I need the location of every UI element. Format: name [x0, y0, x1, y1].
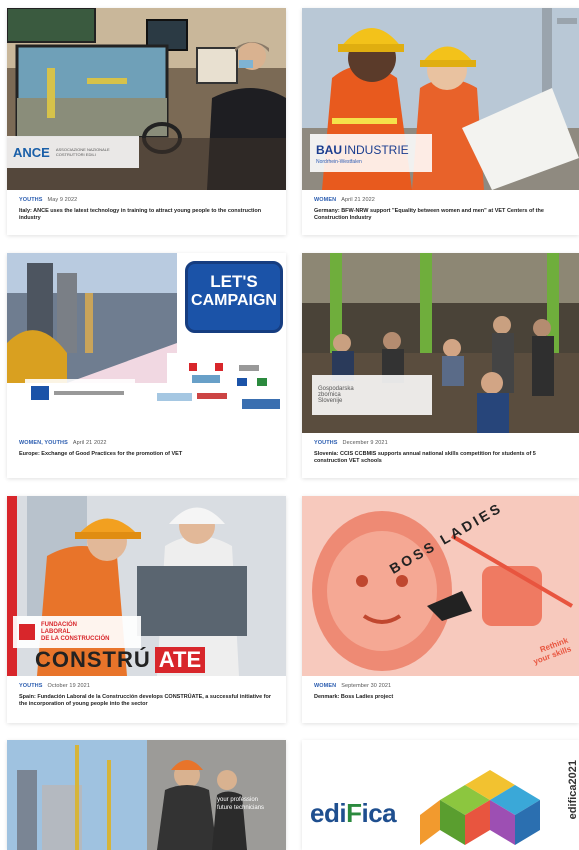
campaign-line2: CAMPAIGN	[191, 292, 277, 309]
edifica-wordmark: ediFica	[310, 798, 397, 829]
bau-logo-word-a: BAU	[316, 143, 342, 157]
gzs-logo: Gospodarska zbornica Slovenije	[312, 375, 432, 415]
ance-logo: ANCE ASSOCIAZIONE NAZIONALE COSTRUTTORI …	[7, 136, 139, 168]
news-card-slovenia[interactable]: Gospodarska zbornica Slovenije YOUTHS Dec…	[302, 253, 579, 478]
fundacion-logo: FUNDACIÓN LABORAL DE LA CONSTRUCCIÓN	[13, 616, 141, 648]
card7-line1: your profession	[217, 797, 259, 803]
card-tag[interactable]: WOMEN, YOUTHS	[19, 440, 68, 446]
edifica-word-b: F	[346, 798, 362, 828]
news-card-denmark[interactable]: BOSS LADIES Rethink your skills WOMEN Sep…	[302, 496, 579, 723]
card-image[interactable]: your profession future technicians	[7, 740, 286, 850]
card-image[interactable]: LET'S CAMPAIGN	[7, 253, 286, 433]
bauindustrie-logo: BAU INDUSTRIE Nordrhein-Westfalen	[310, 134, 432, 172]
news-card-italy[interactable]: ANCE ASSOCIAZIONE NAZIONALE COSTRUTTORI …	[7, 8, 286, 235]
card-tag[interactable]: YOUTHS	[314, 440, 338, 446]
card-image[interactable]: BOSS LADIES Rethink your skills	[302, 496, 579, 676]
card-image[interactable]: BAU INDUSTRIE Nordrhein-Westfalen	[302, 8, 579, 190]
card-title[interactable]: Denmark: Boss Ladies project	[314, 694, 569, 701]
fundacion-line1: FUNDACIÓN	[41, 621, 77, 628]
card-image[interactable]: ediFica edifica2021	[302, 740, 579, 850]
edifica-cube-graphic	[420, 770, 540, 845]
edifica-word-c: ica	[361, 798, 397, 828]
construate-wordmark: CONSTRÚ ATE	[35, 647, 206, 673]
card-date: May 9 2022	[47, 197, 78, 203]
card-title[interactable]: Spain: Fundación Laboral de la Construcc…	[19, 694, 276, 708]
bau-logo-word-b: INDUSTRIE	[344, 143, 409, 157]
city-technicians-photo	[7, 740, 286, 850]
lets-campaign-logo: LET'S CAMPAIGN	[185, 261, 283, 333]
card-title[interactable]: Italy: ANCE uses the latest technology i…	[19, 208, 276, 222]
gzs-line3: Slovenije	[318, 398, 343, 404]
card-date: September 30 2021	[341, 683, 392, 689]
card-date: April 21 2022	[341, 197, 375, 203]
card-image[interactable]: Gospodarska zbornica Slovenije	[302, 253, 579, 433]
card-title[interactable]: Europe: Exchange of Good Practices for t…	[19, 451, 276, 458]
ance-logo-word: ANCE	[13, 144, 50, 160]
card-image[interactable]: FUNDACIÓN LABORAL DE LA CONSTRUCCIÓN CON…	[7, 496, 286, 676]
ance-logo-subtitle: ASSOCIAZIONE NAZIONALE COSTRUTTORI EDILI	[55, 147, 110, 157]
card-date: December 9 2021	[342, 440, 388, 446]
construate-word-a: CONSTRÚ	[35, 647, 151, 672]
campaign-line1: LET'S	[210, 272, 258, 291]
card-image[interactable]: ANCE ASSOCIAZIONE NAZIONALE COSTRUTTORI …	[7, 8, 286, 190]
card-title[interactable]: Slovenia: CCIS CCBMIS supports annual na…	[314, 451, 569, 465]
card-date: October 19 2021	[47, 683, 91, 689]
card-tag[interactable]: YOUTHS	[19, 683, 43, 689]
fundacion-line2: LABORAL	[41, 628, 71, 635]
news-card-8[interactable]: ediFica edifica2021	[302, 740, 579, 850]
news-card-spain[interactable]: FUNDACIÓN LABORAL DE LA CONSTRUCCIÓN CON…	[7, 496, 286, 723]
edifica-word-a: edi	[310, 798, 347, 828]
edifica-side-label: edifica2021	[567, 760, 579, 820]
card7-line2: future technicians	[217, 805, 265, 811]
news-card-europe[interactable]: LET'S CAMPAIGN WOMEN, YOUTHS April 21 202…	[7, 253, 286, 478]
news-grid: ANCE ASSOCIAZIONE NAZIONALE COSTRUTTORI …	[0, 0, 579, 850]
construate-word-b: ATE	[154, 647, 206, 673]
news-card-germany[interactable]: BAU INDUSTRIE Nordrhein-Westfalen WOMEN Ap…	[302, 8, 579, 235]
bau-logo-subtitle: Nordrhein-Westfalen	[316, 159, 362, 165]
news-card-7[interactable]: your profession future technicians	[7, 740, 286, 850]
card-tag[interactable]: WOMEN	[314, 197, 336, 203]
fundacion-line3: DE LA CONSTRUCCIÓN	[41, 635, 110, 642]
partner-logo-box	[25, 379, 135, 407]
card-title[interactable]: Germany: BFW-NRW support "Equality betwe…	[314, 208, 569, 222]
card7-overlay-text: your profession future technicians	[217, 796, 264, 812]
card-tag[interactable]: WOMEN	[314, 683, 336, 689]
card-tag[interactable]: YOUTHS	[19, 197, 43, 203]
card-date: April 21 2022	[72, 440, 107, 446]
